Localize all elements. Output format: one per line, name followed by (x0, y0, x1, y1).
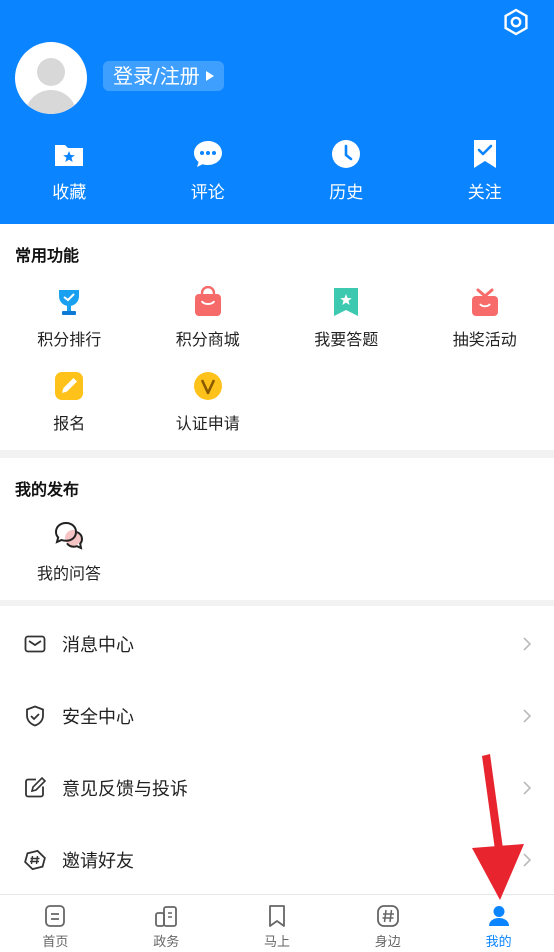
login-label: 登录/注册 (113, 64, 200, 88)
qa-bubbles-icon (54, 521, 84, 550)
quick-action-comments[interactable]: 评论 (139, 138, 278, 203)
common-functions-section: 常用功能 积分排行 积分商城 我要答题 抽奖活动 报名 认证申请 (0, 224, 554, 450)
person-icon (488, 906, 509, 926)
bottom-tab-bar: 首页 政务 马上 身边 我的 (0, 894, 554, 952)
quick-actions: 收藏 评论 历史 关注 (0, 138, 554, 203)
edit-square-icon (25, 777, 46, 798)
grid-item-lottery[interactable]: 抽奖活动 (416, 286, 554, 350)
shopping-bag-icon (194, 286, 221, 316)
menu-item-security-center[interactable]: 安全中心 (0, 680, 554, 752)
menu-item-label: 安全中心 (62, 707, 134, 728)
chat-bubble-icon (193, 141, 222, 167)
pencil-icon (55, 372, 84, 400)
tab-now[interactable]: 马上 (222, 895, 333, 952)
my-publish-section: 我的发布 我的问答 (0, 458, 554, 600)
chevron-right-icon (523, 637, 532, 651)
tab-mine[interactable]: 我的 (443, 895, 554, 952)
quick-action-follow[interactable]: 关注 (416, 138, 554, 203)
grid-item-label: 认证申请 (175, 414, 240, 433)
play-triangle-icon (205, 71, 214, 81)
grid-item-label: 积分排行 (37, 330, 102, 349)
tab-home[interactable]: 首页 (0, 895, 111, 952)
trophy-icon (59, 290, 80, 315)
government-icon (155, 906, 178, 927)
grid-item-points-mall[interactable]: 积分商城 (139, 286, 278, 350)
tab-label: 政务 (153, 935, 180, 950)
quick-action-label: 关注 (467, 183, 502, 203)
tab-label: 首页 (42, 935, 69, 950)
menu-item-label: 邀请好友 (62, 851, 134, 872)
bookmark-star-icon (334, 288, 359, 316)
mail-icon (24, 635, 46, 653)
grid-item-signup[interactable]: 报名 (0, 370, 139, 434)
tab-nearby[interactable]: 身边 (332, 895, 443, 952)
clock-icon (332, 140, 361, 168)
tab-label: 马上 (263, 935, 290, 950)
bookmark-icon (269, 905, 285, 927)
quick-action-label: 评论 (190, 183, 225, 203)
section-title: 我的发布 (15, 480, 80, 499)
hashtag-badge-icon (24, 849, 46, 871)
grid-item-my-qa[interactable]: 我的问答 (23, 520, 115, 584)
verified-v-icon (193, 372, 222, 400)
grid-item-answer-quiz[interactable]: 我要答题 (277, 286, 416, 350)
shield-check-icon (26, 705, 44, 727)
home-doc-icon (45, 905, 66, 927)
grid-item-label: 我要答题 (314, 330, 379, 349)
grid-item-points-ranking[interactable]: 积分排行 (0, 286, 139, 350)
folder-star-icon (55, 145, 84, 166)
grid-item-verification[interactable]: 认证申请 (139, 370, 278, 434)
tab-label: 身边 (374, 935, 401, 950)
tab-label: 我的 (485, 935, 512, 950)
quick-action-label: 收藏 (52, 183, 87, 203)
grid-item-label: 报名 (53, 414, 86, 433)
grid-item-label: 积分商城 (175, 330, 240, 349)
menu-item-label: 消息中心 (62, 635, 134, 656)
chevron-right-icon (523, 709, 532, 723)
quick-action-label: 历史 (329, 183, 364, 203)
bookmark-check-icon (473, 140, 496, 168)
tab-government[interactable]: 政务 (111, 895, 222, 952)
login-register-button[interactable]: 登录/注册 (103, 61, 224, 91)
grid-item-label: 抽奖活动 (452, 330, 517, 349)
menu-item-message-center[interactable]: 消息中心 (0, 608, 554, 680)
hashtag-icon (376, 905, 399, 927)
pointer-arrow-annotation (472, 754, 524, 900)
profile-header: 登录/注册 收藏 评论 历史 关注 (0, 0, 554, 224)
quick-action-favorites[interactable]: 收藏 (0, 138, 139, 203)
avatar[interactable] (15, 42, 87, 114)
gift-icon (471, 288, 498, 316)
section-title: 常用功能 (15, 246, 80, 265)
settings-icon[interactable] (502, 8, 530, 36)
quick-action-history[interactable]: 历史 (277, 138, 416, 203)
grid-item-label: 我的问答 (36, 564, 101, 583)
menu-item-label: 意见反馈与投诉 (62, 779, 188, 800)
